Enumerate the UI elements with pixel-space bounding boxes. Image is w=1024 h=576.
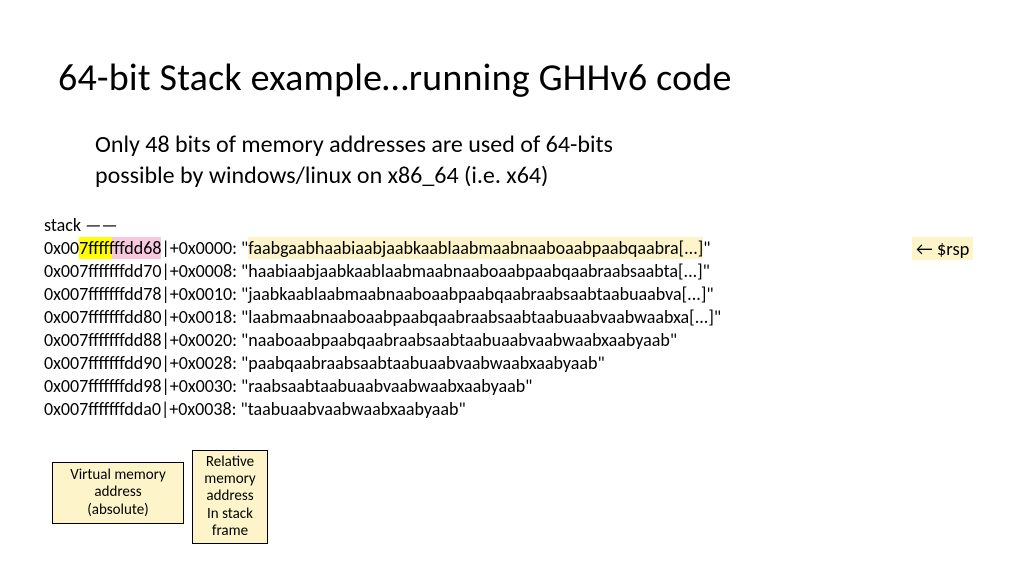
offset: +0x0038:	[169, 398, 240, 420]
callout-line: Relative	[206, 453, 254, 471]
stack-value: "jaabkaablaabmaabnaaboaabpaabqaabraabsaa…	[241, 283, 714, 305]
rsp-pointer-label: ← $rsp	[912, 237, 973, 260]
callout-line: Virtual memory	[70, 466, 166, 484]
sep: |	[161, 375, 169, 397]
addr-prefix: 0x00	[44, 237, 79, 259]
stack-row: 0x007fffffffdd88|+0x0020: "naaboaabpaabq…	[44, 329, 721, 352]
offset: +0x0028:	[170, 352, 241, 374]
stack-value: "haabiaabjaabkaablaabmaabnaaboaabpaabqaa…	[241, 260, 710, 282]
slide-subtitle: Only 48 bits of memory addresses are use…	[95, 130, 613, 191]
addr: 0x007fffffffdd88	[44, 329, 161, 351]
addr: 0x007fffffffdd70	[44, 260, 161, 282]
offset: +0x0000:	[170, 237, 241, 259]
callout-line: frame	[212, 522, 248, 540]
addr: 0x007fffffffdda0	[44, 398, 161, 420]
addr-48-yellow: 7fffffffdd68	[79, 237, 161, 259]
stack-value: "laabmaabnaaboaabpaabqaabraabsaabtaabuaa…	[241, 306, 721, 328]
callout-line: In stack	[207, 505, 253, 523]
stack-row: 0x007fffffffdd78|+0x0010: "jaabkaablaabm…	[44, 283, 721, 306]
addr: 0x007fffffffdd90	[44, 352, 161, 374]
offset: +0x0010:	[170, 283, 241, 305]
offset: +0x0018:	[170, 306, 241, 328]
stack-row: 0x007fffffffdd70|+0x0008: "haabiaabjaabk…	[44, 260, 721, 283]
stack-row: 0x007fffffffdda0|+0x0038: "taabuaabvaabw…	[44, 398, 721, 421]
subtitle-line-2: possible by windows/linux on x86_64 (i.e…	[95, 161, 548, 190]
stack-row: 0x007fffffffdd90|+0x0028: "paabqaabraabs…	[44, 352, 721, 375]
callout-line: address	[206, 487, 253, 505]
offset: +0x0020:	[170, 329, 241, 351]
stack-value: "raabsaabtaabuaabvaabwaabxaabyaab"	[241, 375, 532, 397]
subtitle-line-1: Only 48 bits of memory addresses are use…	[95, 130, 613, 159]
slide-title: 64-bit Stack example…running GHHv6 code	[58, 55, 732, 101]
stack-value: "taabuaabvaabwaabxaabyaab"	[241, 398, 466, 420]
sep: |	[161, 306, 169, 328]
sep: |	[161, 352, 169, 374]
stack-header: stack ——	[44, 214, 721, 237]
sep: |	[161, 329, 169, 351]
callout-line: (absolute)	[87, 501, 149, 519]
addr: 0x007fffffffdd78	[44, 283, 161, 305]
callout-relative-address: Relative memory address In stack frame	[192, 450, 268, 544]
stack-value-hl: faabgaabhaabiaabjaabkaablaabmaabnaaboaab…	[248, 237, 703, 259]
addr-48-text: 7fffffffdd68	[79, 237, 161, 259]
stack-value: "naaboaabpaabqaabraabsaabtaabuaabvaabwaa…	[241, 329, 677, 351]
quote-close: "	[703, 237, 710, 259]
stack-row: 0x007fffffffdd68|+0x0000: "faabgaabhaabi…	[44, 237, 721, 260]
sep: |	[161, 237, 169, 259]
offset: +0x0030:	[170, 375, 241, 397]
callout-line: memory	[204, 470, 255, 488]
offset: +0x0008:	[170, 260, 241, 282]
stack-row: 0x007fffffffdd80|+0x0018: "laabmaabnaabo…	[44, 306, 721, 329]
stack-dump: stack —— 0x007fffffffdd68|+0x0000: "faab…	[44, 214, 721, 421]
callout-line: address	[94, 483, 141, 501]
slide: 64-bit Stack example…running GHHv6 code …	[0, 0, 1024, 576]
stack-value: "paabqaabraabsaabtaabuaabvaabwaabxaabyaa…	[241, 352, 605, 374]
sep: |	[161, 260, 169, 282]
stack-row: 0x007fffffffdd98|+0x0030: "raabsaabtaabu…	[44, 375, 721, 398]
callout-absolute-address: Virtual memory address (absolute)	[52, 462, 184, 524]
sep: |	[161, 283, 169, 305]
addr: 0x007fffffffdd80	[44, 306, 161, 328]
addr: 0x007fffffffdd98	[44, 375, 161, 397]
